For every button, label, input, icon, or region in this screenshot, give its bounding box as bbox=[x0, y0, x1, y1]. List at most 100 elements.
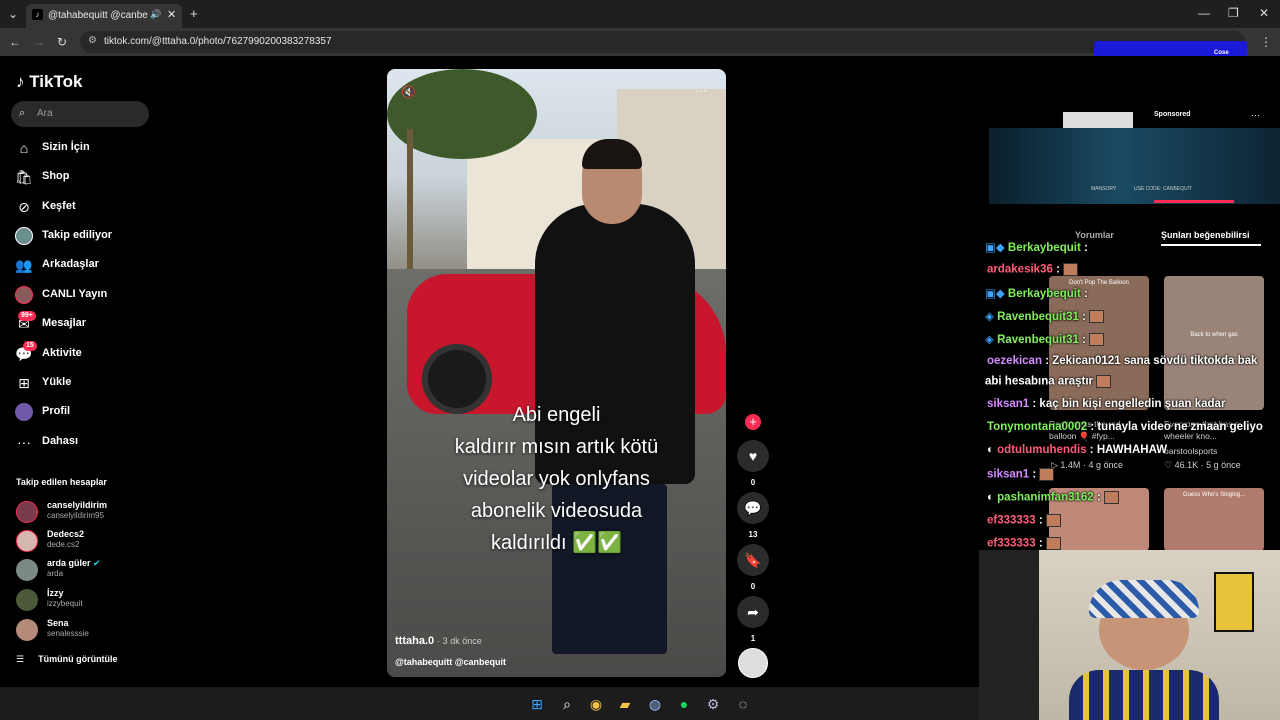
sidebar-item-explore[interactable]: ⊘ Keşfet bbox=[15, 196, 165, 218]
windows-taskbar: ⊞ ⌕ ◉ ▰ ◍ ● ⚙ ◌ bbox=[0, 687, 979, 720]
chat-message: ef333333 : bbox=[987, 514, 1061, 527]
sidebar-item-label: Profil bbox=[42, 405, 71, 417]
avatar bbox=[16, 530, 38, 552]
sidebar-item-for-you[interactable]: ⌂ Sizin İçin bbox=[15, 137, 165, 159]
sidebar-item-shop[interactable]: 🛍 Shop bbox=[15, 166, 165, 188]
badge-icon: ▣◆ bbox=[985, 242, 1005, 254]
close-tab-icon[interactable]: ✕ bbox=[167, 8, 176, 21]
maximize-icon[interactable]: ❐ bbox=[1228, 6, 1239, 20]
new-tab-button[interactable]: + bbox=[190, 6, 198, 21]
activity-badge: 15 bbox=[23, 341, 37, 351]
poster-image bbox=[979, 550, 1039, 720]
forward-icon[interactable]: → bbox=[33, 35, 45, 49]
recommended-video-thumb[interactable]: Guess Who's Singing... bbox=[1164, 488, 1264, 551]
address-bar[interactable]: ⚙ tiktok.com/@tttaha.0/photo/76279902003… bbox=[80, 31, 1245, 53]
site-info-icon[interactable]: ⚙ bbox=[88, 35, 97, 46]
account-handle: senalesssie bbox=[47, 629, 89, 638]
caption-line: videolar yok onlyfans bbox=[463, 468, 650, 490]
palm-trunk-image bbox=[407, 129, 413, 289]
followed-account[interactable]: Dedecs2 dede.cs2 bbox=[16, 529, 166, 555]
sidebar-item-label: Aktivite bbox=[42, 347, 82, 359]
speaker-icon[interactable]: 🔊 bbox=[150, 9, 161, 20]
sidebar-item-friends[interactable]: 👥 Arkadaşlar bbox=[15, 254, 165, 276]
followed-account[interactable]: İzzy izzybequit bbox=[16, 588, 166, 614]
emote-icon bbox=[1089, 310, 1105, 324]
followed-account[interactable]: arda güler ✔ arda bbox=[16, 558, 166, 584]
chat-message: ◐ pashanimfan3162 : bbox=[987, 491, 1119, 504]
sponsored-label: Sponsored bbox=[1154, 111, 1191, 118]
sidebar-item-profile[interactable]: Profil bbox=[15, 401, 165, 423]
search-input[interactable]: ⌕ Ara bbox=[11, 101, 149, 127]
sidebar-item-activity[interactable]: 💬 15 Aktivite bbox=[15, 341, 165, 365]
back-icon[interactable]: ← bbox=[9, 35, 21, 49]
tab-list-icon[interactable]: ⌄ bbox=[8, 7, 18, 21]
share-icon: ➦ bbox=[737, 596, 769, 628]
see-all-link[interactable]: ☰ Tümünü görüntüle bbox=[16, 654, 118, 665]
chat-message: ◐ odtulumuhendis : HAWHAHAW bbox=[987, 444, 1168, 456]
music-disc-avatar[interactable] bbox=[738, 648, 768, 678]
tiktok-logo[interactable]: ♪ TikTok bbox=[16, 72, 82, 92]
sidebar-item-following[interactable]: Takip ediliyor bbox=[15, 225, 165, 247]
emote-icon bbox=[1039, 468, 1055, 481]
account-handle: arda bbox=[47, 569, 64, 578]
like-button[interactable]: ♥ 0 bbox=[737, 440, 769, 487]
browser-toolbar: ← → ↻ ⚙ tiktok.com/@tttaha.0/photo/76279… bbox=[0, 28, 1280, 56]
follow-plus-icon[interactable]: + bbox=[745, 414, 761, 430]
app-icon[interactable]: ◌ bbox=[734, 695, 752, 713]
thumb-user: barstoolsports bbox=[1164, 446, 1218, 456]
windows-start-icon[interactable]: ⊞ bbox=[528, 695, 546, 713]
sidebar-item-label: CANLI Yayın bbox=[42, 288, 108, 300]
post-author[interactable]: tttaha.0 · 3 dk önce bbox=[395, 635, 482, 647]
live-icon bbox=[15, 286, 33, 304]
comment-button[interactable]: 💬 13 bbox=[737, 492, 769, 539]
sponsored-ad-banner[interactable]: MANSORY USE CODE: CANBEQUIT bbox=[989, 128, 1280, 204]
sidebar-item-label: Yükle bbox=[42, 376, 72, 388]
followed-account[interactable]: canselyildirim canselyildirim95 bbox=[16, 500, 166, 526]
search-icon[interactable]: ⌕ bbox=[558, 695, 576, 713]
more-options-icon[interactable]: ··· bbox=[695, 83, 707, 97]
friends-icon: 👥 bbox=[15, 257, 33, 273]
post-mentions[interactable]: @tahabequitt @canbequit bbox=[395, 657, 506, 667]
tab-you-may-like[interactable]: Şunları beğenebilirsi bbox=[1161, 230, 1250, 240]
account-handle: izzybequit bbox=[47, 599, 83, 608]
emote-icon bbox=[1096, 375, 1112, 388]
close-window-icon[interactable]: ✕ bbox=[1259, 6, 1269, 20]
tab-comments[interactable]: Yorumlar bbox=[1075, 230, 1114, 240]
streamer-jersey-image bbox=[1069, 670, 1219, 720]
avatar bbox=[16, 619, 38, 641]
settings-icon[interactable]: ⚙ bbox=[704, 695, 722, 713]
mute-icon[interactable]: 🔇 bbox=[401, 85, 416, 99]
spotify-icon[interactable]: ● bbox=[675, 695, 693, 713]
sidebar-item-upload[interactable]: ⊞ Yükle bbox=[15, 372, 165, 394]
sidebar-item-messages[interactable]: ✉ 99+ Mesajlar bbox=[15, 311, 165, 335]
recommended-video-thumb[interactable]: Back to when gas bbox=[1164, 276, 1264, 410]
sidebar-item-live[interactable]: CANLI Yayın bbox=[15, 284, 165, 306]
verified-icon: ✔ bbox=[93, 558, 101, 568]
followed-account[interactable]: Sena senalesssie bbox=[16, 618, 166, 644]
ad-brand: MANSORY bbox=[1091, 186, 1117, 192]
caption-line: kaldırır mısın artık kötü bbox=[454, 436, 659, 458]
account-name: Sena bbox=[47, 618, 69, 628]
save-button[interactable]: 🔖 0 bbox=[737, 544, 769, 591]
reload-icon[interactable]: ↻ bbox=[57, 35, 67, 49]
sidebar-item-label: Sizin İçin bbox=[42, 141, 90, 153]
sidebar-item-more[interactable]: ··· Dahası bbox=[15, 431, 165, 453]
sidebar-item-label: Dahası bbox=[42, 435, 79, 447]
chrome-icon[interactable]: ◉ bbox=[587, 695, 605, 713]
post-media[interactable]: 🔇 ··· Abi engeli kaldırır mısın artık kö… bbox=[387, 69, 726, 677]
compass-icon: ⊘ bbox=[18, 199, 30, 215]
badge-icon: ◐ bbox=[987, 491, 994, 504]
following-avatar-icon bbox=[15, 227, 33, 245]
browser-tab[interactable]: ♪ @tahabequitt @canbequit 🔊 ✕ bbox=[26, 4, 182, 28]
avatar bbox=[16, 501, 38, 523]
ad-more-icon[interactable]: ··· bbox=[1251, 110, 1260, 120]
comment-icon: 💬 bbox=[737, 492, 769, 524]
post-caption-overlay: Abi engeli kaldırır mısın artık kötü vid… bbox=[387, 399, 726, 559]
emote-icon bbox=[1103, 491, 1119, 504]
share-button[interactable]: ➦ 1 bbox=[737, 596, 769, 643]
browser-menu-icon[interactable]: ⋮ bbox=[1260, 35, 1272, 49]
more-icon: ··· bbox=[17, 434, 31, 450]
file-explorer-icon[interactable]: ▰ bbox=[616, 695, 634, 713]
minimize-icon[interactable]: — bbox=[1198, 6, 1210, 20]
steam-icon[interactable]: ◍ bbox=[646, 695, 664, 713]
